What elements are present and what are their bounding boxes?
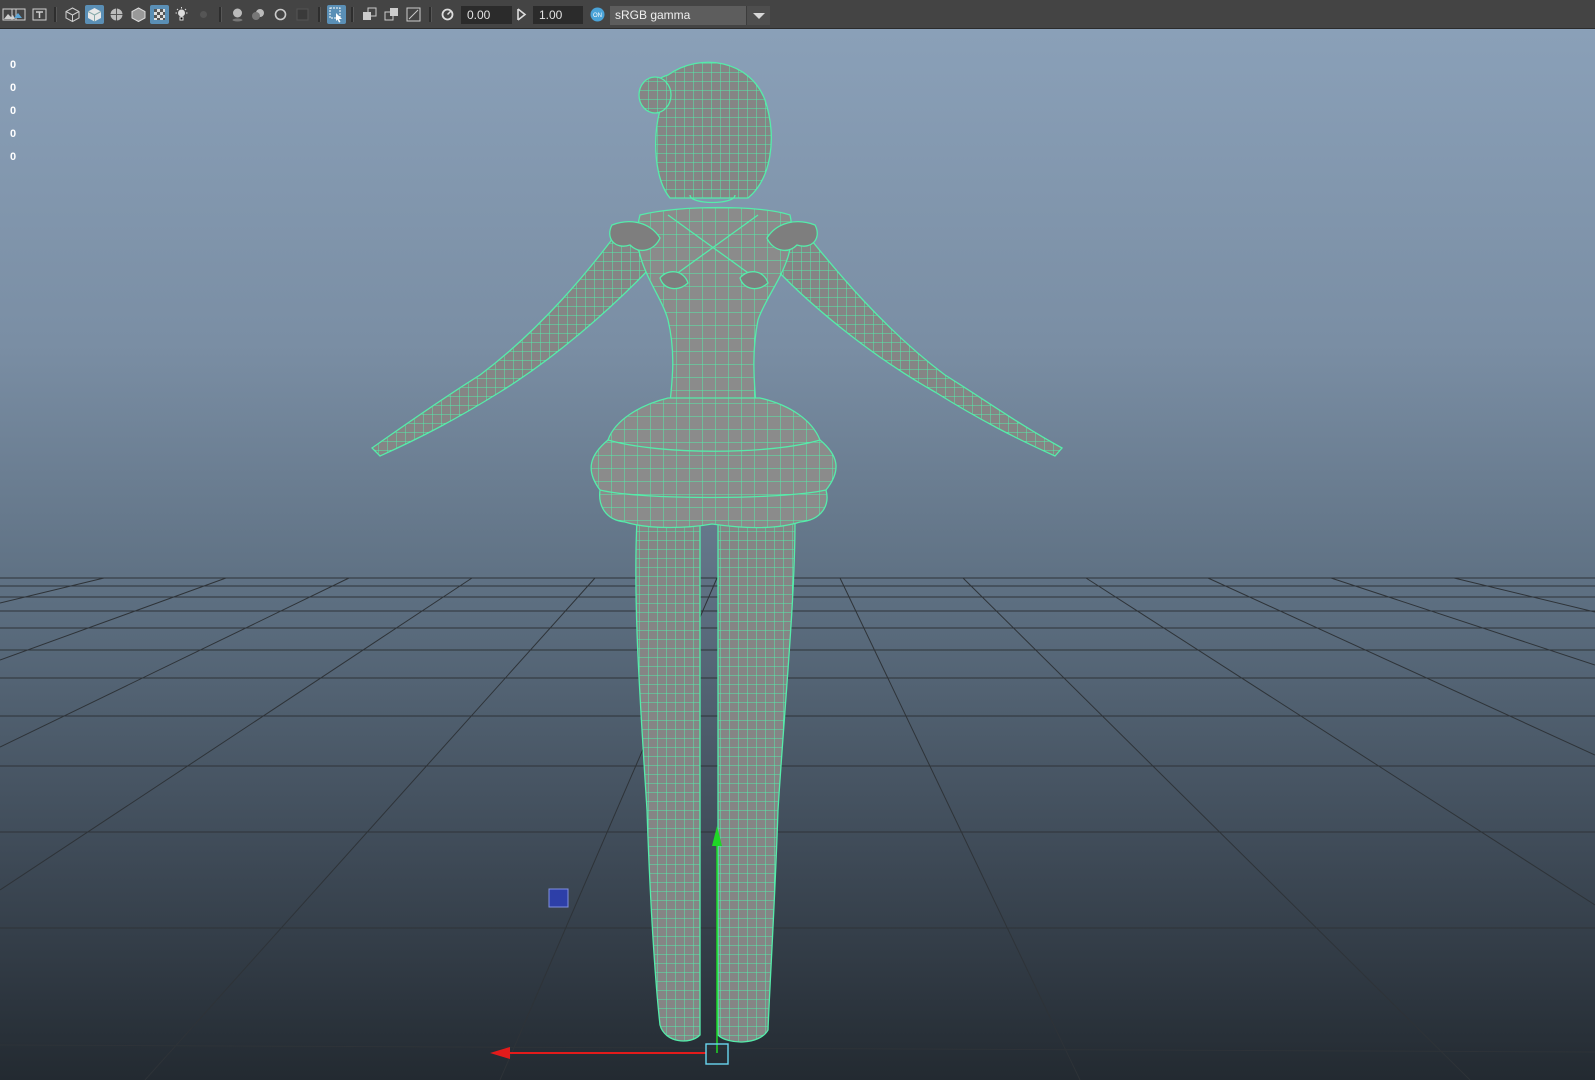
textured-icon[interactable] (150, 5, 169, 24)
toolbar-separator (351, 7, 354, 22)
color-management-icon[interactable]: ON (588, 5, 607, 24)
gamma-icon[interactable] (513, 5, 532, 24)
xray-joints-icon[interactable] (382, 5, 401, 24)
depth-of-field-icon[interactable] (293, 5, 312, 24)
toolbar-separator (54, 7, 57, 22)
isolate-select-icon[interactable] (327, 5, 346, 24)
z-axis-handle[interactable] (548, 888, 569, 908)
xray-icon[interactable] (360, 5, 379, 24)
lights-icon[interactable] (172, 5, 191, 24)
left-leg[interactable] (635, 519, 701, 1042)
heads-up-display: 0 0 0 0 0 (10, 59, 16, 174)
left-arm[interactable] (370, 224, 651, 457)
ambient-occlusion-icon[interactable] (228, 5, 247, 24)
x-axis-arrow[interactable] (490, 1047, 510, 1059)
viewport-panel-toolbar: 0.00 1.00 ON sRGB gamma (0, 0, 1595, 29)
xray-components-icon[interactable] (404, 5, 423, 24)
exposure-field[interactable]: 0.00 (461, 6, 512, 24)
head-hair[interactable] (638, 61, 772, 204)
exposure-icon[interactable] (438, 5, 457, 24)
shaded-wireframe-icon[interactable] (107, 5, 126, 24)
gamma-field[interactable]: 1.00 (533, 6, 583, 24)
right-leg[interactable] (717, 519, 796, 1043)
ground-grid (0, 577, 1595, 1080)
shadows-icon[interactable] (194, 5, 213, 24)
hud-value: 0 (10, 105, 17, 117)
hud-value: 0 (10, 128, 17, 140)
text-icon[interactable] (30, 5, 49, 24)
wireframe-icon[interactable] (63, 5, 82, 24)
color-space-label: sRGB gamma (615, 8, 691, 22)
hud-value: 0 (10, 59, 17, 71)
svg-text:ON: ON (593, 13, 602, 19)
right-arm[interactable] (774, 224, 1064, 457)
chevron-down-icon[interactable] (746, 6, 770, 25)
toolbar-separator (429, 7, 432, 22)
toolbar-separator (318, 7, 321, 22)
skirt[interactable] (590, 397, 837, 529)
perspective-viewport[interactable]: 0 0 0 0 0 (0, 29, 1595, 1080)
scene-canvas (0, 61, 1595, 1080)
camera-attributes-icon[interactable] (9, 5, 28, 24)
default-material-icon[interactable] (129, 5, 148, 24)
hud-value: 0 (10, 151, 17, 163)
multisample-icon[interactable] (271, 5, 290, 24)
smooth-shade-icon[interactable] (85, 5, 104, 24)
motion-blur-icon[interactable] (249, 5, 268, 24)
color-space-dropdown[interactable]: sRGB gamma (610, 6, 770, 25)
toolbar-separator (219, 7, 222, 22)
hud-value: 0 (10, 82, 17, 94)
